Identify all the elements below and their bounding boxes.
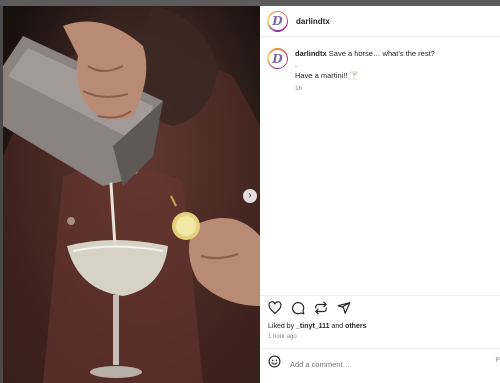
emoji-icon[interactable] [268, 355, 281, 373]
caption-line-1: Save a horse… what's the rest? [328, 49, 435, 58]
next-photo-button[interactable]: › [243, 189, 257, 203]
divider [260, 348, 500, 349]
caption-avatar[interactable]: D [267, 48, 288, 69]
post-actions [268, 301, 351, 315]
caption-username[interactable]: darlindtx [295, 49, 327, 58]
caption-time[interactable]: 1h [295, 83, 435, 94]
liked-by-user[interactable]: _tinyt_111 [296, 323, 329, 330]
post-timestamp[interactable]: 1 hour ago [268, 334, 297, 340]
caption-line-2: . [295, 60, 298, 69]
avatar-letter: D [272, 14, 283, 28]
liked-by-others[interactable]: others [345, 323, 366, 330]
post-comment-button[interactable]: P [495, 357, 500, 364]
divider [260, 295, 500, 296]
comment-input[interactable] [290, 359, 470, 369]
add-comment-row: P [268, 355, 500, 373]
repost-icon[interactable] [314, 301, 328, 315]
heart-icon[interactable] [268, 301, 282, 315]
caption-avatar-letter: D [272, 51, 283, 66]
avatar[interactable]: D [267, 10, 288, 32]
caption: D darlindtx Save a horse… what's the res… [267, 48, 493, 94]
post-header: D darlindtx [260, 6, 500, 37]
caption-body: darlindtx Save a horse… what's the rest?… [295, 48, 435, 94]
send-icon[interactable] [337, 301, 351, 315]
caption-line-3: Have a martini!! 🍸 [295, 71, 359, 80]
bartender-martini-illustration [3, 6, 260, 383]
likes-text: Liked by _tinyt_111 and others [268, 323, 367, 330]
post-username[interactable]: darlindtx [296, 17, 330, 26]
chevron-right-icon: › [248, 190, 252, 201]
comment-icon[interactable] [291, 301, 305, 315]
post-photo[interactable]: › [3, 6, 260, 383]
post-detail-panel: D darlindtx D darlindtx Save a horse… wh… [260, 6, 500, 383]
